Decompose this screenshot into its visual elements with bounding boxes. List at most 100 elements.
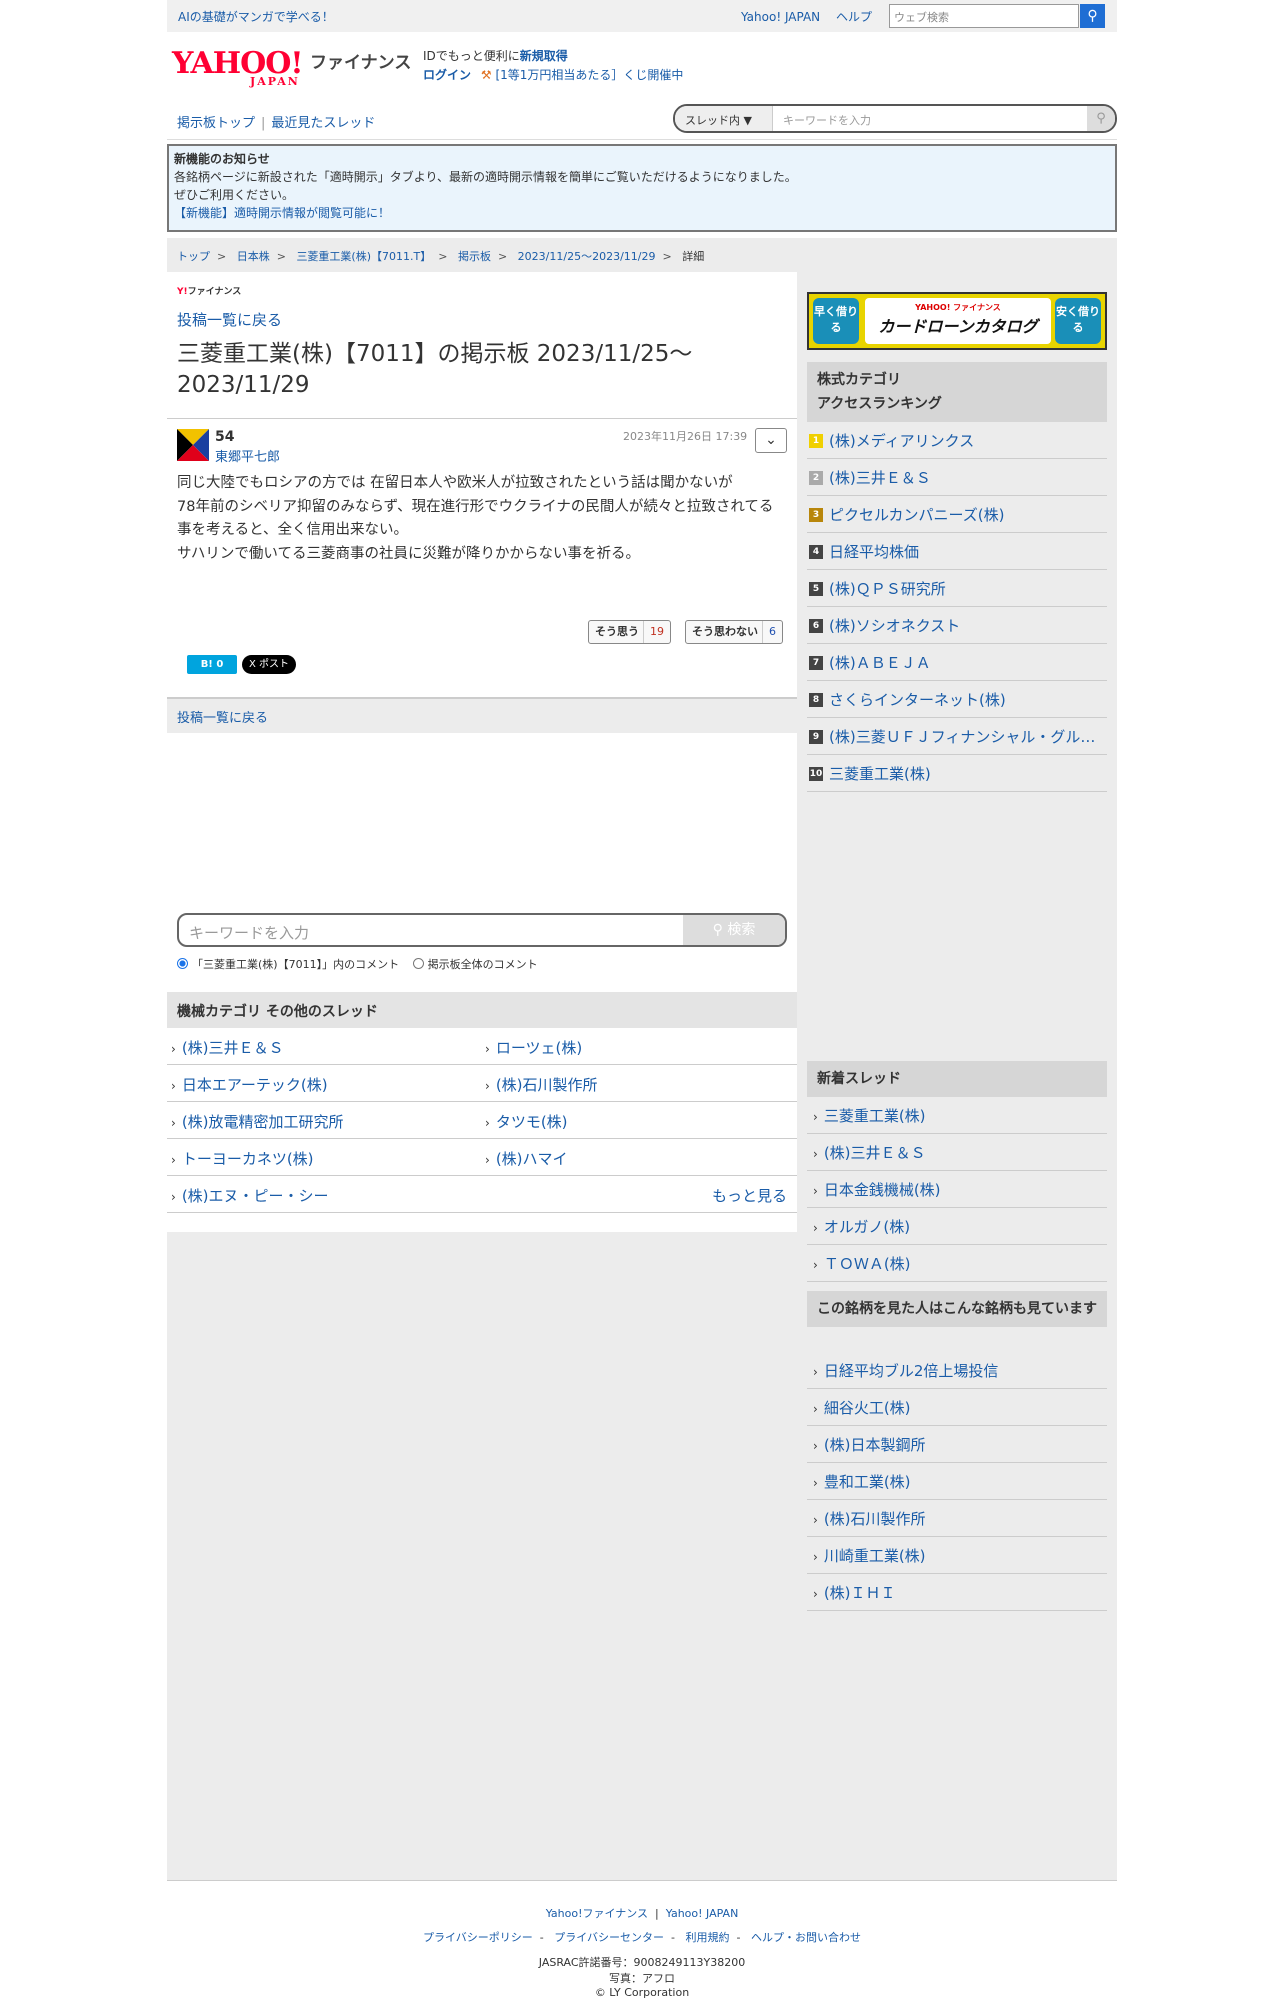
ranking-item[interactable]: 6 (株)ソシオネクスト <box>807 607 1107 644</box>
breadcrumb-item[interactable]: 日本株 <box>237 250 270 263</box>
back-to-list-link[interactable]: 投稿一覧に戻る <box>177 309 282 330</box>
disagree-button[interactable]: そう思わない 6 <box>685 620 783 644</box>
list-item: オルガノ(株) <box>807 1208 1107 1245</box>
thread-link[interactable]: (株)エヌ・ピー・シー <box>171 1185 329 1206</box>
footer-link[interactable]: Yahoo!ファイナンス <box>546 1907 648 1920</box>
thread-link[interactable]: トーヨーカネツ(株) <box>171 1148 314 1169</box>
new-threads-list: 三菱重工業(株) (株)三井Ｅ＆Ｓ 日本金銭機械(株) オルガノ(株) ＴＯＷＡ(株) <box>807 1097 1107 1282</box>
also-viewed-link[interactable]: (株)石川製作所 <box>813 1508 926 1529</box>
list-item: 豊和工業(株) <box>807 1463 1107 1500</box>
hatena-bookmark-button[interactable]: B! 0 <box>187 655 237 674</box>
card-loan-ad-banner[interactable]: 早く借りる YAHOO! ファイナンス カードローンカタログ 安く借りる <box>807 292 1107 350</box>
rank-badge: 2 <box>809 471 823 485</box>
footer-link[interactable]: 利用規約 <box>686 1931 730 1944</box>
thread-link[interactable]: (株)三井Ｅ＆Ｓ <box>171 1037 284 1058</box>
also-viewed-link[interactable]: 日経平均ブル2倍上場投信 <box>813 1360 999 1381</box>
breadcrumb-item[interactable]: 2023/11/25〜2023/11/29 <box>518 250 656 263</box>
thread-link[interactable]: タツモ(株) <box>485 1111 568 1132</box>
footer-link[interactable]: ヘルプ・お問い合わせ <box>751 1931 861 1944</box>
also-viewed-heading: この銘柄を見た人はこんな銘柄も見ています <box>807 1291 1107 1327</box>
new-thread-link[interactable]: 日本金銭機械(株) <box>813 1179 941 1200</box>
ad-right-badge: 安く借りる <box>1055 298 1101 344</box>
breadcrumb-item[interactable]: 掲示板 <box>458 250 491 263</box>
agree-button[interactable]: そう思う 19 <box>588 620 671 644</box>
rank-badge: 4 <box>809 545 823 559</box>
thread-link[interactable]: (株)石川製作所 <box>485 1074 598 1095</box>
ranking-link[interactable]: (株)ＱＰＳ研究所 <box>829 578 1105 599</box>
post-panel: Y!ファイナンス 投稿一覧に戻る 三菱重工業(株)【7011】の掲示板 2023… <box>167 272 797 1232</box>
new-thread-link[interactable]: 三菱重工業(株) <box>813 1105 926 1126</box>
login-link[interactable]: ログイン <box>423 68 471 82</box>
ranking-item[interactable]: 8 さくらインターネット(株) <box>807 681 1107 718</box>
triangle-down-icon: ▼ <box>743 114 752 127</box>
signup-link[interactable]: 新規取得 <box>520 49 568 63</box>
footer-link[interactable]: プライバシーポリシー <box>423 1931 533 1944</box>
help-link[interactable]: ヘルプ <box>836 10 872 24</box>
ranking-item[interactable]: 10 三菱重工業(株) <box>807 755 1107 792</box>
recent-threads-link[interactable]: 最近見たスレッド <box>271 116 375 131</box>
new-thread-link[interactable]: (株)三井Ｅ＆Ｓ <box>813 1142 926 1163</box>
ranking-link[interactable]: (株)ＡＢＥＪＡ <box>829 652 1105 673</box>
thread-link[interactable]: ローツェ(株) <box>485 1037 582 1058</box>
breadcrumb-item[interactable]: 三菱重工業(株)【7011.T】 <box>296 250 431 263</box>
rank-badge: 10 <box>809 767 823 781</box>
x-post-button[interactable]: X ポスト <box>242 655 296 674</box>
radio-this-thread[interactable]: 「三菱重工業(株)【7011】」内のコメント <box>177 958 399 971</box>
back-to-list-link[interactable]: 投稿一覧に戻る <box>177 711 268 726</box>
breadcrumb-item[interactable]: トップ <box>177 250 210 263</box>
board-top-link[interactable]: 掲示板トップ <box>177 116 255 131</box>
ranking-item[interactable]: 2 (株)三井Ｅ＆Ｓ <box>807 459 1107 496</box>
list-item: 日本金銭機械(株) <box>807 1171 1107 1208</box>
thread-search-button[interactable]: ⚲ <box>1087 106 1115 131</box>
footer-link[interactable]: Yahoo! JAPAN <box>666 1907 739 1920</box>
ranking-item[interactable]: 5 (株)ＱＰＳ研究所 <box>807 570 1107 607</box>
rank-badge: 1 <box>809 434 823 448</box>
ranking-item[interactable]: 1 (株)メディアリンクス <box>807 422 1107 459</box>
ranking-item[interactable]: 3 ピクセルカンパニーズ(株) <box>807 496 1107 533</box>
rank-badge: 6 <box>809 619 823 633</box>
comment-search-input[interactable]: キーワードを入力 <box>189 922 309 943</box>
search-scope-select[interactable]: スレッド内 ▼ <box>675 106 773 131</box>
more-threads-link[interactable]: もっと見る <box>712 1185 787 1206</box>
divider <box>167 418 797 419</box>
footer-link[interactable]: プライバシーセンター <box>554 1931 664 1944</box>
ranking-item[interactable]: 9 (株)三菱ＵＦＪフィナンシャル・グループ <box>807 718 1107 755</box>
also-viewed-link[interactable]: (株)日本製鋼所 <box>813 1434 926 1455</box>
radio-all-board[interactable]: 掲示板全体のコメント <box>412 958 538 971</box>
comment-search-button[interactable]: ⚲ 検索 <box>683 915 785 945</box>
yahoo-japan-link[interactable]: Yahoo! JAPAN <box>741 10 820 24</box>
also-viewed-link[interactable]: 細谷火工(株) <box>813 1397 911 1418</box>
post-author[interactable]: 東郷平七郎 <box>215 446 280 465</box>
ranking-link[interactable]: 日経平均株価 <box>829 541 1105 562</box>
ranking-link[interactable]: (株)メディアリンクス <box>829 430 1105 451</box>
ad-center: YAHOO! ファイナンス カードローンカタログ <box>865 298 1051 344</box>
notice-link[interactable]: 【新機能】適時開示情報が閲覧可能に！ <box>174 204 1110 222</box>
promo-link[interactable]: AIの基礎がマンガで学べる！ <box>178 8 334 25</box>
post-menu-button[interactable]: ⌄ <box>755 428 787 453</box>
ranking-link[interactable]: さくらインターネット(株) <box>829 689 1105 710</box>
ranking-link[interactable]: ピクセルカンパニーズ(株) <box>829 504 1105 525</box>
ranking-link[interactable]: (株)三井Ｅ＆Ｓ <box>829 467 1105 488</box>
web-search-button[interactable]: ⚲ <box>1080 4 1105 28</box>
hammer-icon: ⚒ <box>480 68 492 82</box>
yahoo-japan-logo[interactable]: YAHOO! JAPAN <box>172 46 304 88</box>
thread-search-input[interactable]: キーワードを入力 <box>783 112 871 128</box>
new-thread-link[interactable]: オルガノ(株) <box>813 1216 910 1237</box>
ranking-item[interactable]: 4 日経平均株価 <box>807 533 1107 570</box>
thread-link[interactable]: (株)放電精密加工研究所 <box>171 1111 344 1132</box>
ranking-item[interactable]: 7 (株)ＡＢＥＪＡ <box>807 644 1107 681</box>
campaign-link[interactable]: [1等1万円相当あたる］くじ開催中 <box>495 68 683 82</box>
thread-link[interactable]: 日本エアーテック(株) <box>171 1074 328 1095</box>
ranking-link[interactable]: (株)三菱ＵＦＪフィナンシャル・グループ <box>829 726 1105 747</box>
also-viewed-list: 日経平均ブル2倍上場投信細谷火工(株) (株)日本製鋼所豊和工業(株) (株)石川製… <box>807 1352 1107 1611</box>
ranking-link[interactable]: 三菱重工業(株) <box>829 763 1105 784</box>
also-viewed-link[interactable]: (株)ＩＨＩ <box>813 1582 896 1603</box>
thread-link[interactable]: (株)ハマイ <box>485 1148 568 1169</box>
rank-badge: 3 <box>809 508 823 522</box>
also-viewed-link[interactable]: 豊和工業(株) <box>813 1471 911 1492</box>
web-search-input[interactable]: ウェブ検索 <box>889 4 1079 28</box>
new-thread-link[interactable]: ＴＯＷＡ(株) <box>813 1253 911 1274</box>
ranking-link[interactable]: (株)ソシオネクスト <box>829 615 1105 636</box>
service-name[interactable]: ファイナンス <box>310 48 411 73</box>
also-viewed-link[interactable]: 川崎重工業(株) <box>813 1545 926 1566</box>
